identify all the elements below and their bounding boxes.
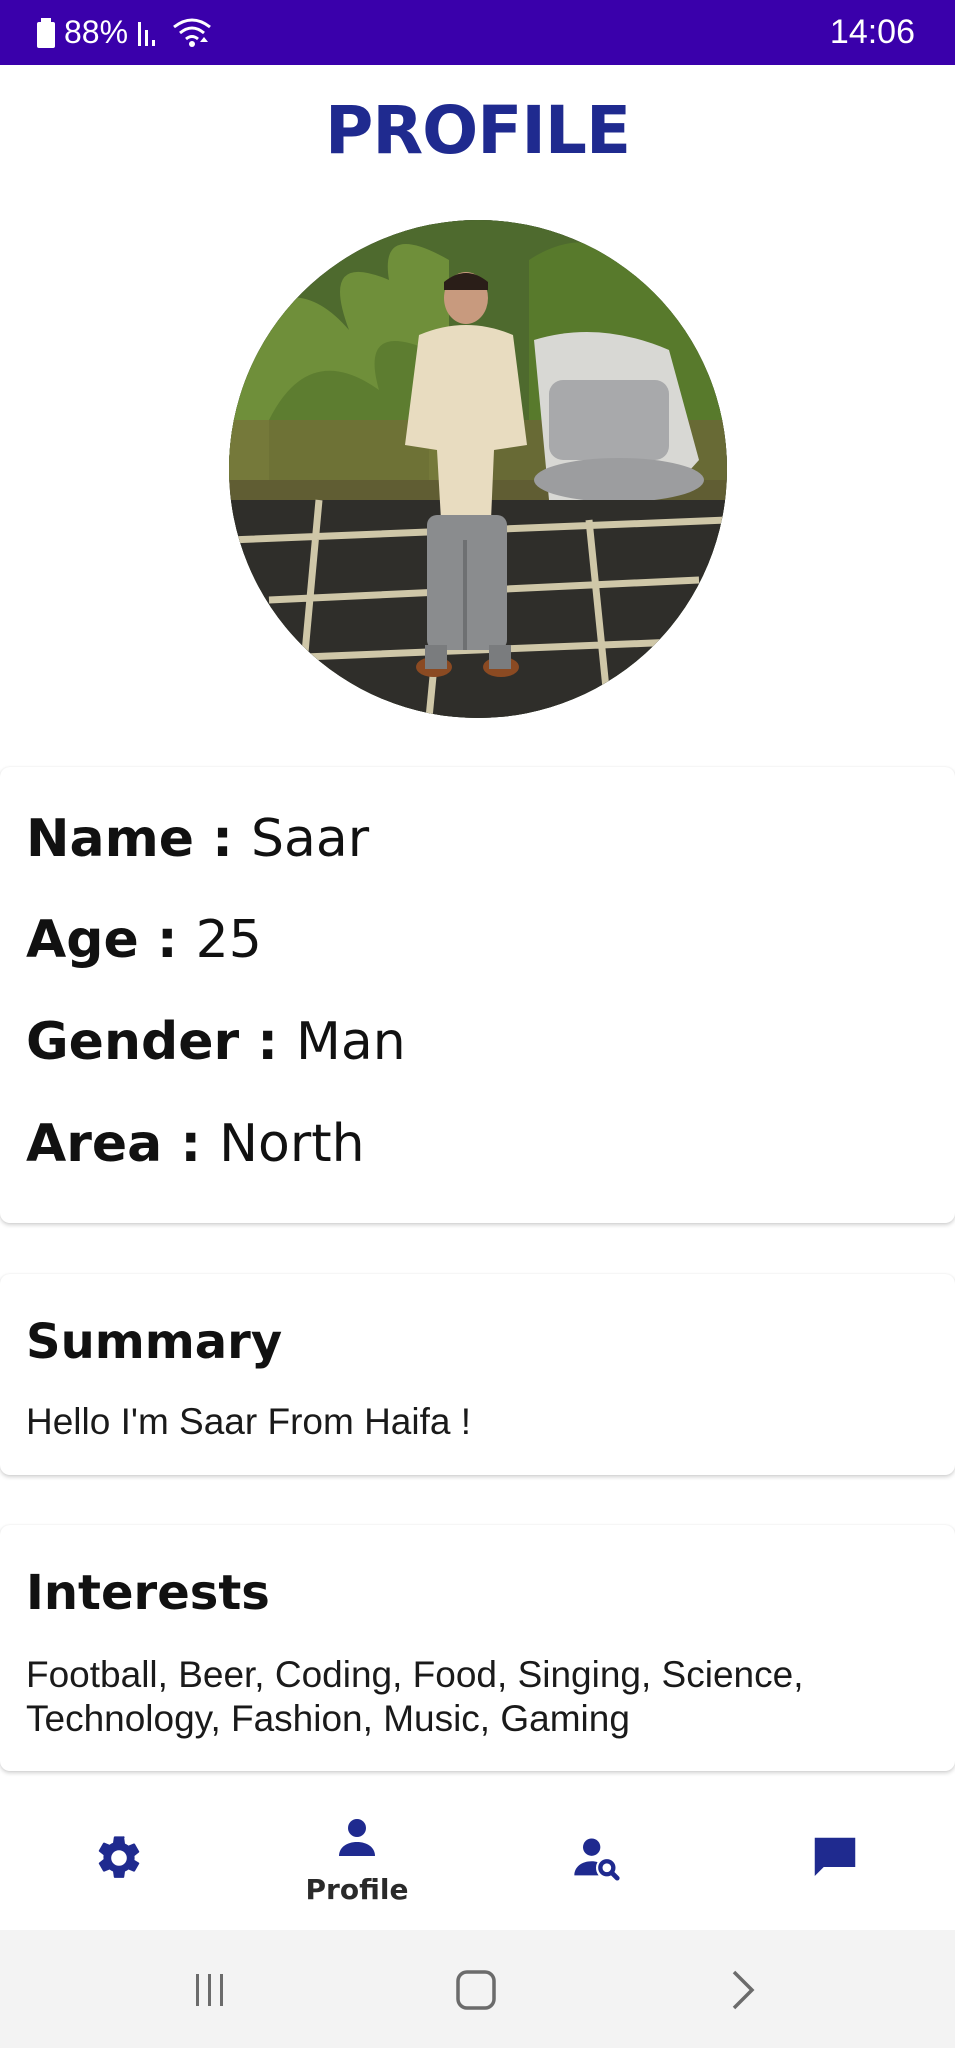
summary-text: Hello I'm Saar From Haifa ! — [26, 1401, 472, 1442]
battery-percentage: 88% — [64, 14, 129, 50]
person-icon — [333, 1814, 381, 1867]
nav-search-users[interactable] — [477, 1790, 715, 1930]
battery-icon — [36, 17, 56, 48]
name-row: Name : Saar — [26, 809, 369, 869]
interests-text: Football, Beer, Coding, Food, Singing, S… — [26, 1654, 804, 1739]
nav-settings[interactable] — [0, 1790, 238, 1930]
summary-card: Summary Hello I'm Saar From Haifa ! — [0, 1274, 955, 1475]
system-nav-bar — [0, 1930, 955, 2048]
status-bar: 88% 14:06 — [0, 0, 955, 65]
signal-icon — [136, 18, 164, 48]
area-value: North — [219, 1114, 365, 1174]
recent-apps-icon[interactable] — [180, 1960, 240, 2020]
clock: 14:06 — [829, 13, 915, 51]
status-indicators: 88% — [36, 0, 212, 65]
area-label: Area : — [26, 1114, 202, 1174]
bottom-nav: Profile — [0, 1790, 955, 1930]
name-value: Saar — [250, 809, 370, 869]
profile-info-card: Name : Saar Age : 25 Gender : Man Area : Nor… — [0, 767, 955, 1223]
gender-value: Man — [296, 1012, 406, 1072]
person-search-icon — [570, 1832, 622, 1889]
gender-row: Gender : Man — [26, 1012, 406, 1072]
nav-profile[interactable]: Profile — [238, 1790, 476, 1930]
gear-icon — [93, 1832, 145, 1889]
home-icon[interactable] — [446, 1960, 506, 2020]
wifi-icon — [172, 17, 212, 49]
area-row: Area : North — [26, 1114, 365, 1174]
nav-messages[interactable] — [716, 1790, 954, 1930]
back-icon[interactable] — [712, 1960, 772, 2020]
nav-profile-label: Profile — [305, 1873, 409, 1906]
age-label: Age : — [26, 910, 178, 970]
gender-label: Gender : — [26, 1012, 279, 1072]
page-title: PROFILE — [324, 92, 631, 169]
summary-heading: Summary — [26, 1314, 283, 1370]
name-label: Name : — [26, 809, 233, 869]
avatar — [229, 220, 727, 718]
interests-card: Interests Football, Beer, Coding, Food, … — [0, 1525, 955, 1771]
age-row: Age : 25 — [26, 910, 262, 970]
interests-heading: Interests — [26, 1565, 270, 1621]
age-value: 25 — [195, 910, 262, 970]
chat-icon — [808, 1831, 862, 1890]
